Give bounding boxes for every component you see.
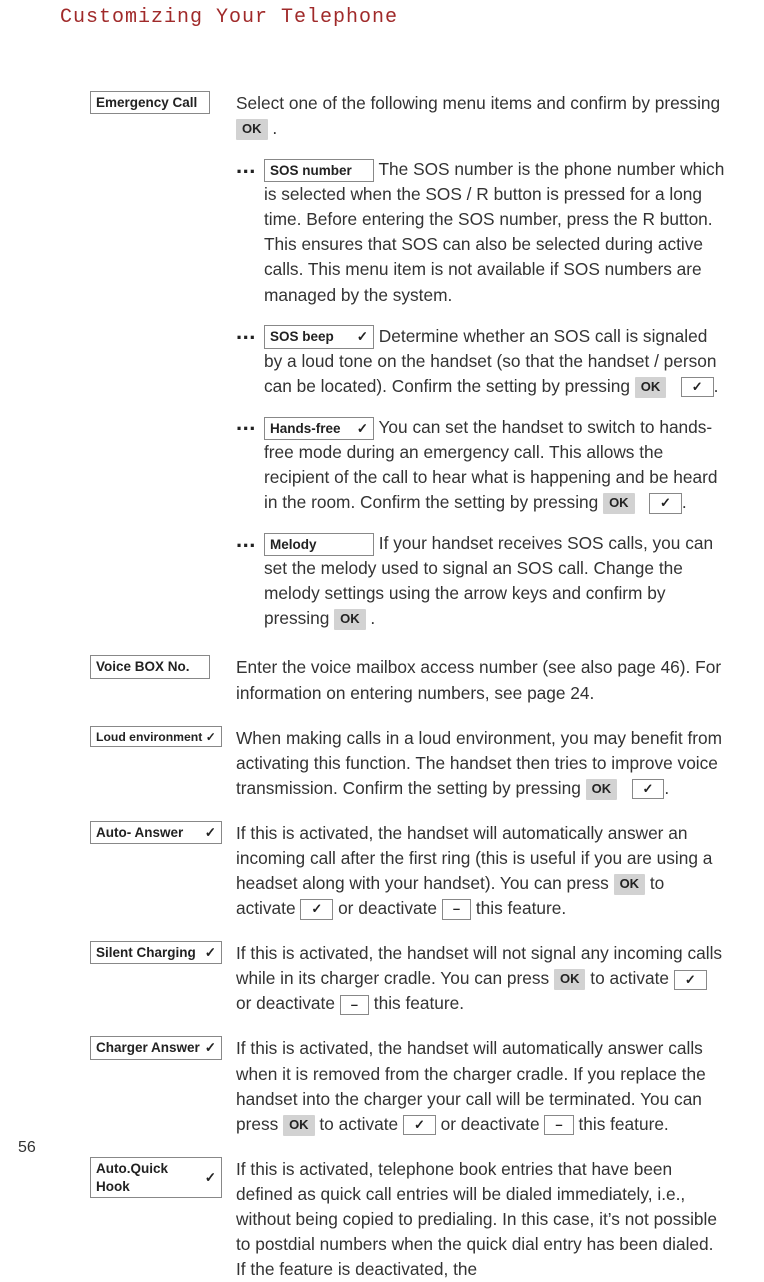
label-sos-beep-text: SOS beep [270, 328, 334, 346]
check-icon: ✓ [205, 944, 216, 962]
silent-text-d: this feature. [369, 993, 464, 1013]
label-sos-number-text: SOS number [270, 162, 352, 180]
label-melody-text: Melody [270, 536, 317, 554]
charger-text-b: to activate [315, 1114, 403, 1134]
melody-text-b: . [366, 608, 376, 628]
label-sos-beep: SOS beep ✓ [264, 325, 374, 348]
menu-silent-charging: Silent Charging ✓ [90, 941, 222, 964]
content-area: Emergency Call Select one of the followi… [0, 29, 764, 1282]
hands-free-text-b: . [682, 492, 687, 512]
ok-key: OK [614, 874, 646, 895]
ok-key: OK [334, 609, 366, 630]
menu-silent-charging-text: Silent Charging [96, 944, 196, 962]
check-key: ✓ [632, 779, 665, 799]
auto-answer-text-d: this feature. [471, 898, 566, 918]
check-key: ✓ [681, 377, 714, 397]
minus-key: – [544, 1115, 573, 1135]
menu-loud-environment: Loud environment ✓ [90, 726, 222, 747]
check-key: ✓ [403, 1115, 436, 1135]
silent-text-c: or deactivate [236, 993, 340, 1013]
ok-key: OK [603, 493, 635, 514]
check-key: ✓ [300, 899, 333, 919]
check-icon: ✓ [206, 729, 216, 745]
section-voice-box: Voice BOX No. Enter the voice mailbox ac… [90, 655, 726, 705]
label-hands-free: Hands-free ✓ [264, 417, 374, 440]
charger-text-d: this feature. [574, 1114, 669, 1134]
menu-auto-quick-hook-text: Auto.Quick Hook [96, 1160, 205, 1196]
subitem-sos-number: ... SOS number The SOS number is the pho… [236, 157, 726, 307]
check-icon: ✓ [205, 1169, 216, 1187]
check-icon: ✓ [357, 328, 368, 346]
subitem-sos-beep: ... SOS beep ✓ Determine whether an SOS … [236, 324, 726, 399]
auto-answer-text-c: or deactivate [333, 898, 442, 918]
ok-key: OK [554, 969, 586, 990]
menu-voice-box: Voice BOX No. [90, 655, 210, 678]
ok-key: OK [283, 1115, 315, 1136]
section-silent-charging: Silent Charging ✓ If this is activated, … [90, 941, 726, 1016]
auto-quick-hook-text: If this is activated, telephone book ent… [236, 1159, 717, 1279]
emergency-intro-text: Select one of the following menu items a… [236, 93, 720, 113]
menu-auto-quick-hook: Auto.Quick Hook ✓ [90, 1157, 222, 1198]
check-key: ✓ [674, 970, 707, 990]
ok-key: OK [586, 779, 618, 800]
ok-key: OK [236, 119, 268, 140]
ok-key: OK [635, 377, 667, 398]
page-title: Customizing Your Telephone [0, 0, 764, 29]
section-auto-quick-hook: Auto.Quick Hook ✓ If this is activated, … [90, 1157, 726, 1282]
label-sos-number: SOS number [264, 159, 374, 182]
check-key: ✓ [649, 493, 682, 513]
section-charger-answer: Charger Answer ✓ If this is activated, t… [90, 1036, 726, 1136]
charger-text-c: or deactivate [436, 1114, 545, 1134]
check-icon: ✓ [205, 824, 216, 842]
silent-text-b: to activate [585, 968, 673, 988]
subitem-melody: ... Melody If your handset receives SOS … [236, 531, 726, 631]
loud-env-text-b: . [664, 778, 669, 798]
section-auto-answer: Auto- Answer ✓ If this is activated, the… [90, 821, 726, 921]
section-emergency-call: Emergency Call Select one of the followi… [90, 91, 726, 635]
menu-auto-answer-text: Auto- Answer [96, 824, 183, 842]
menu-charger-answer-text: Charger Answer [96, 1039, 200, 1057]
menu-auto-answer: Auto- Answer ✓ [90, 821, 222, 844]
sos-beep-text-b: . [714, 376, 719, 396]
check-icon: ✓ [205, 1039, 216, 1057]
menu-loud-environment-text: Loud environment [96, 729, 202, 745]
menu-emergency-call: Emergency Call [90, 91, 210, 114]
label-hands-free-text: Hands-free [270, 420, 341, 438]
emergency-intro-suffix: . [272, 118, 277, 138]
section-loud-environment: Loud environment ✓ When making calls in … [90, 726, 726, 801]
page-number: 56 [18, 1139, 36, 1157]
menu-charger-answer: Charger Answer ✓ [90, 1036, 222, 1059]
check-icon: ✓ [357, 420, 368, 438]
minus-key: – [442, 899, 471, 919]
emergency-intro: Select one of the following menu items a… [236, 91, 726, 141]
minus-key: – [340, 995, 369, 1015]
subitem-hands-free: ... Hands-free ✓ You can set the handset… [236, 415, 726, 515]
voice-box-text: Enter the voice mailbox access number (s… [236, 657, 721, 702]
label-melody: Melody [264, 533, 374, 556]
